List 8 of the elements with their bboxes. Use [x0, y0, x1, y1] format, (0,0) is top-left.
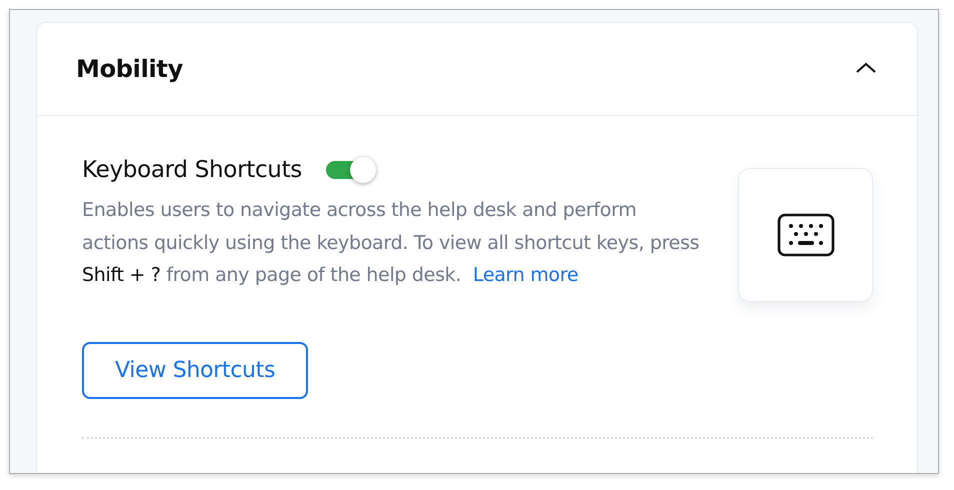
learn-more-link[interactable]: Learn more	[472, 264, 578, 286]
view-shortcuts-button[interactable]: View Shortcuts	[82, 342, 308, 399]
setting-title: Keyboard Shortcuts	[82, 157, 302, 183]
keyboard-icon	[776, 213, 834, 257]
section-title: Mobility	[76, 55, 183, 83]
setting-description: Enables users to navigate across the help desk and perform actions quickly using the keyboard. To view all shortcut keys, press Shift + ? from any page of the help desk. Learn more	[82, 198, 700, 288]
toggle-switch[interactable]	[326, 157, 378, 183]
collapse-chevron-icon[interactable]	[855, 60, 877, 74]
